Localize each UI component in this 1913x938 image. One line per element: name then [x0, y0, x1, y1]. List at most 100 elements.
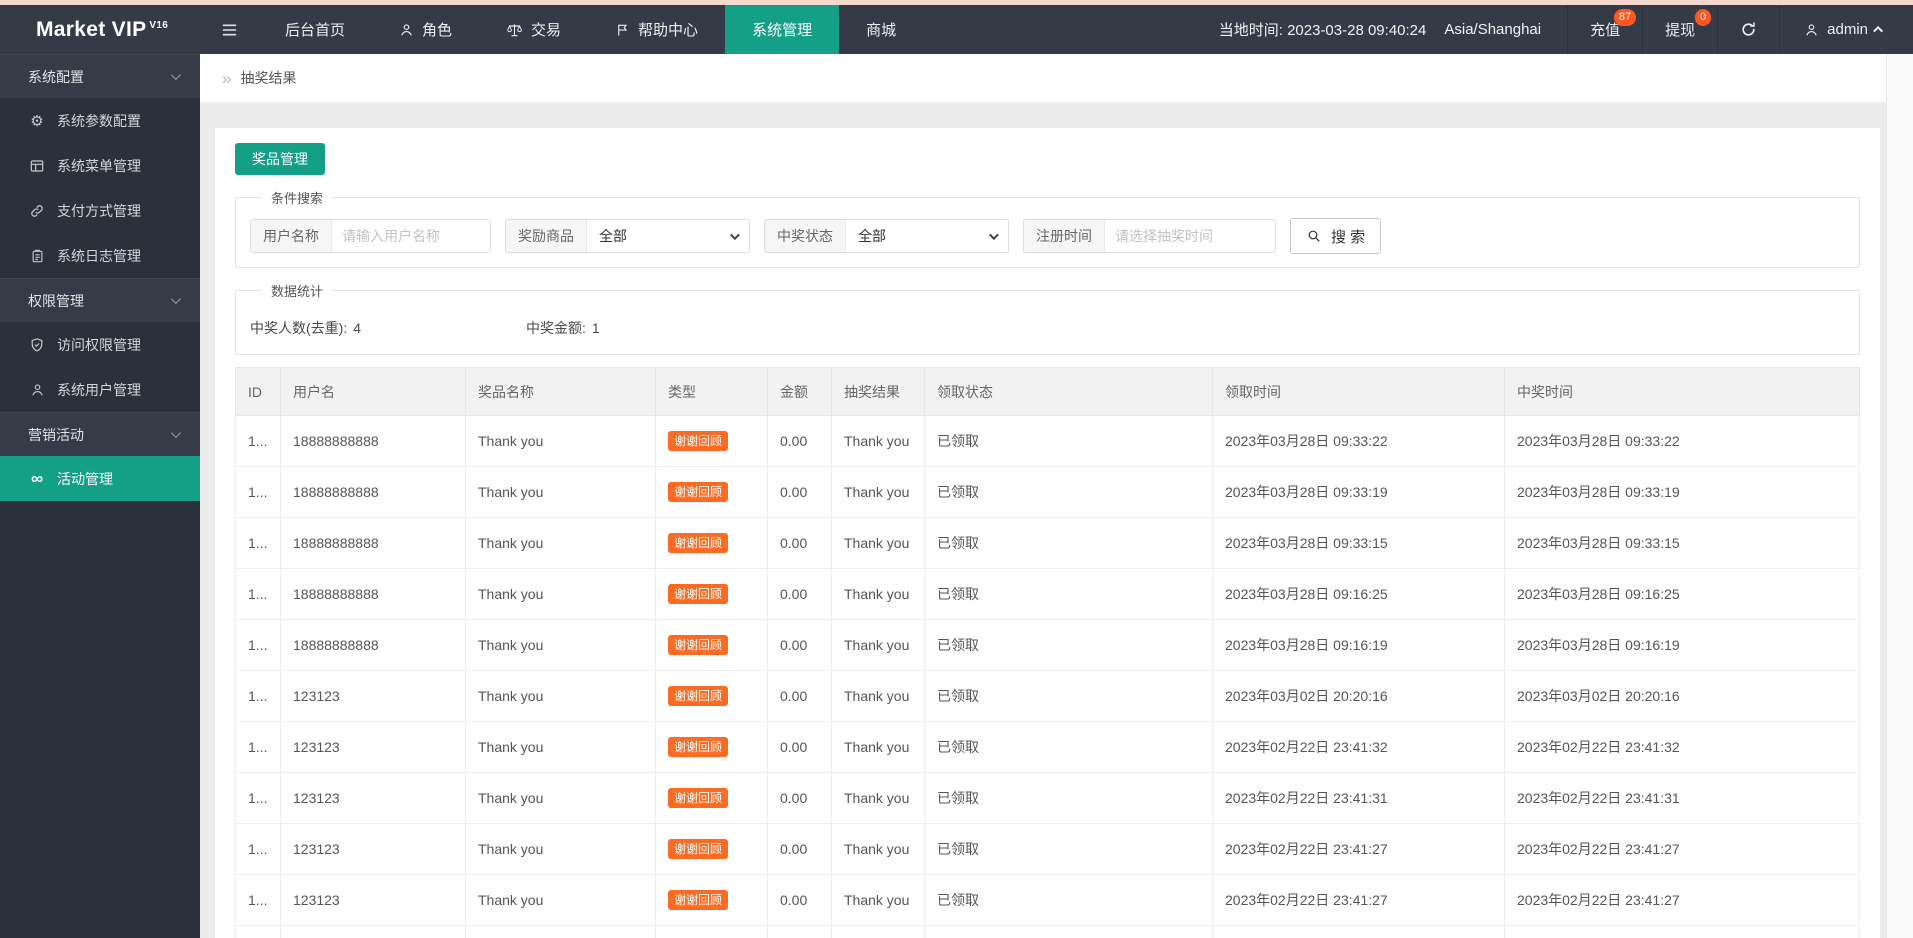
sidebar-group-label: 系统配置 [28, 68, 84, 85]
cell-id: 1... [235, 568, 281, 620]
amount-stat: 中奖金额: 1 [526, 318, 600, 338]
cell-id: 1... [235, 619, 281, 671]
cell-username: 18888888888 [280, 466, 466, 518]
prize-filter-select[interactable]: 全部 [587, 220, 749, 252]
nav-item-mall[interactable]: 商城 [839, 5, 923, 54]
table-row: 1...123123Thank you谢谢回顾0.00Thank you已领取2… [235, 721, 1860, 773]
type-badge: 谢谢回顾 [668, 686, 729, 706]
table-row: 1... 18888888888 Thank you 谢谢回顾 0.00 Thank yo… [235, 415, 1860, 467]
cell-win-time: 2023年03月28日 09:16:19 [1504, 619, 1860, 671]
recharge-button[interactable]: 充值 87 [1567, 5, 1642, 54]
sidebar-item-system-menu[interactable]: 系统菜单管理 [0, 143, 200, 188]
sidebar-item-system-users[interactable]: 系统用户管理 [0, 367, 200, 412]
sidebar-item-activity-manage[interactable]: ∞ 活动管理 [0, 456, 200, 501]
cell-amount: 0.00 [767, 670, 832, 722]
prize-manage-button[interactable]: 奖品管理 [235, 143, 325, 175]
cell-claim-time: 2023年03月28日 09:33:22 [1212, 415, 1505, 467]
infinity-icon: ∞ [30, 468, 44, 488]
cell-prize-name: Thank you [465, 568, 656, 620]
cell-claim-time: 2023年02月22日 23:41:27 [1212, 823, 1505, 875]
search-button[interactable]: 搜 索 [1290, 218, 1382, 254]
time-filter-input[interactable] [1105, 220, 1275, 252]
user-menu[interactable]: admin [1779, 5, 1913, 54]
username: admin [1827, 21, 1868, 38]
sidebar-item-system-logs[interactable]: 系统日志管理 [0, 233, 200, 278]
cell-win-time: 2023年02月22日 23:41:27 [1504, 874, 1860, 926]
search-legend: 条件搜索 [271, 191, 324, 206]
recharge-badge: 87 [1613, 9, 1637, 26]
chevron-down-icon [170, 294, 181, 305]
cell-type: 谢谢回顾 [655, 466, 768, 518]
winners-value: 4 [353, 320, 362, 336]
cell-result: Thank you [831, 415, 925, 467]
prize-filter-group: 奖励商品 全部 [505, 219, 750, 253]
cell-id: 1... [235, 466, 281, 518]
sidebar-item-system-params[interactable]: ⚙ 系统参数配置 [0, 98, 200, 143]
withdraw-button[interactable]: 提现 0 [1642, 5, 1717, 54]
prize-filter-label: 奖励商品 [506, 220, 587, 252]
sidebar-group-marketing[interactable]: 营销活动 [0, 412, 200, 456]
cell-amount: 0.00 [767, 772, 832, 824]
type-badge: 谢谢回顾 [668, 788, 729, 808]
search-button-label: 搜 索 [1331, 228, 1366, 246]
nav-item-help-center[interactable]: 帮助中心 [588, 5, 725, 54]
header-type: 类型 [655, 367, 768, 416]
cell-prize-name: Thank you [465, 415, 656, 467]
cell-type: 谢谢回顾 [655, 670, 768, 722]
sidebar-item-payment-methods[interactable]: 支付方式管理 [0, 188, 200, 233]
hamburger-icon [220, 22, 239, 38]
nav-item-roles[interactable]: 角色 [372, 5, 479, 54]
cell-claim-time: 2023年02月22日 23:41:24 [1212, 925, 1505, 938]
nav-item-dashboard[interactable]: 后台首页 [258, 5, 372, 54]
sidebar-item-access-permissions[interactable]: 访问权限管理 [0, 322, 200, 367]
content-area: 奖品管理 条件搜索 用户名称 奖励商品 全部 [200, 103, 1913, 938]
cell-prize-name: Thank you [465, 517, 656, 569]
username-filter-label: 用户名称 [251, 220, 332, 252]
cell-username: 18888888888 [280, 517, 466, 569]
table-row: 1... 18888888888 Thank you 谢谢回顾 0.00 Thank yo… [235, 568, 1860, 620]
cell-prize-name: Thank you [465, 874, 656, 926]
cell-claim-time: 2023年03月02日 20:20:16 [1212, 670, 1505, 722]
logo-text: Market VIP [36, 17, 147, 41]
table-row: 1...123123Thank you谢谢回顾0.00Thank you已领取2… [235, 874, 1860, 926]
type-badge: 谢谢回顾 [668, 584, 729, 604]
cell-id: 1... [235, 874, 281, 926]
sidebar-group-permissions[interactable]: 权限管理 [0, 278, 200, 322]
scrollbar-track[interactable] [1886, 54, 1913, 938]
header-prize-name: 奖品名称 [465, 367, 656, 416]
nav-item-system-manage[interactable]: 系统管理 [725, 5, 840, 54]
gear-icon: ⚙ [30, 112, 44, 130]
cell-username: 123123 [280, 874, 466, 926]
status-filter-value: 全部 [858, 228, 886, 244]
sidebar-item-label: 活动管理 [57, 470, 113, 487]
cell-id: 1... [235, 415, 281, 467]
chevron-down-icon [170, 428, 181, 439]
cell-result: Thank you [831, 874, 925, 926]
cell-prize-name: Thank you [465, 670, 656, 722]
cell-type: 谢谢回顾 [655, 874, 768, 926]
cell-status: 已领取 [924, 415, 1213, 467]
cell-result: Thank you [831, 925, 925, 938]
type-badge: 谢谢回顾 [668, 482, 729, 502]
sidebar-toggle-button[interactable] [200, 5, 258, 54]
app-logo: Market VIP V16 [0, 5, 200, 54]
status-filter-select[interactable]: 全部 [846, 220, 1008, 252]
cell-status: 已领取 [924, 874, 1213, 926]
refresh-button[interactable] [1717, 5, 1779, 54]
cell-prize-name: Thank you [465, 823, 656, 875]
local-time-block: 当地时间: 2023-03-28 09:40:24 Asia/Shanghai [1193, 5, 1567, 54]
nav-item-trade[interactable]: 交易 [479, 5, 588, 54]
header-win-time: 中奖时间 [1504, 367, 1860, 416]
status-filter-group: 中奖状态 全部 [764, 219, 1009, 253]
status-filter-label: 中奖状态 [765, 220, 846, 252]
cell-claim-time: 2023年02月22日 23:41:31 [1212, 772, 1505, 824]
cell-status: 已领取 [924, 925, 1213, 938]
cell-status: 已领取 [924, 517, 1213, 569]
username-filter-input[interactable] [332, 220, 490, 252]
cell-result: Thank you [831, 823, 925, 875]
cell-result: Thank you [831, 619, 925, 671]
sidebar-group-system-config[interactable]: 系统配置 [0, 54, 200, 98]
local-time: 当地时间: 2023-03-28 09:40:24 [1218, 22, 1427, 39]
cell-claim-time: 2023年02月22日 23:41:32 [1212, 721, 1505, 773]
cell-amount: 0.00 [767, 568, 832, 620]
